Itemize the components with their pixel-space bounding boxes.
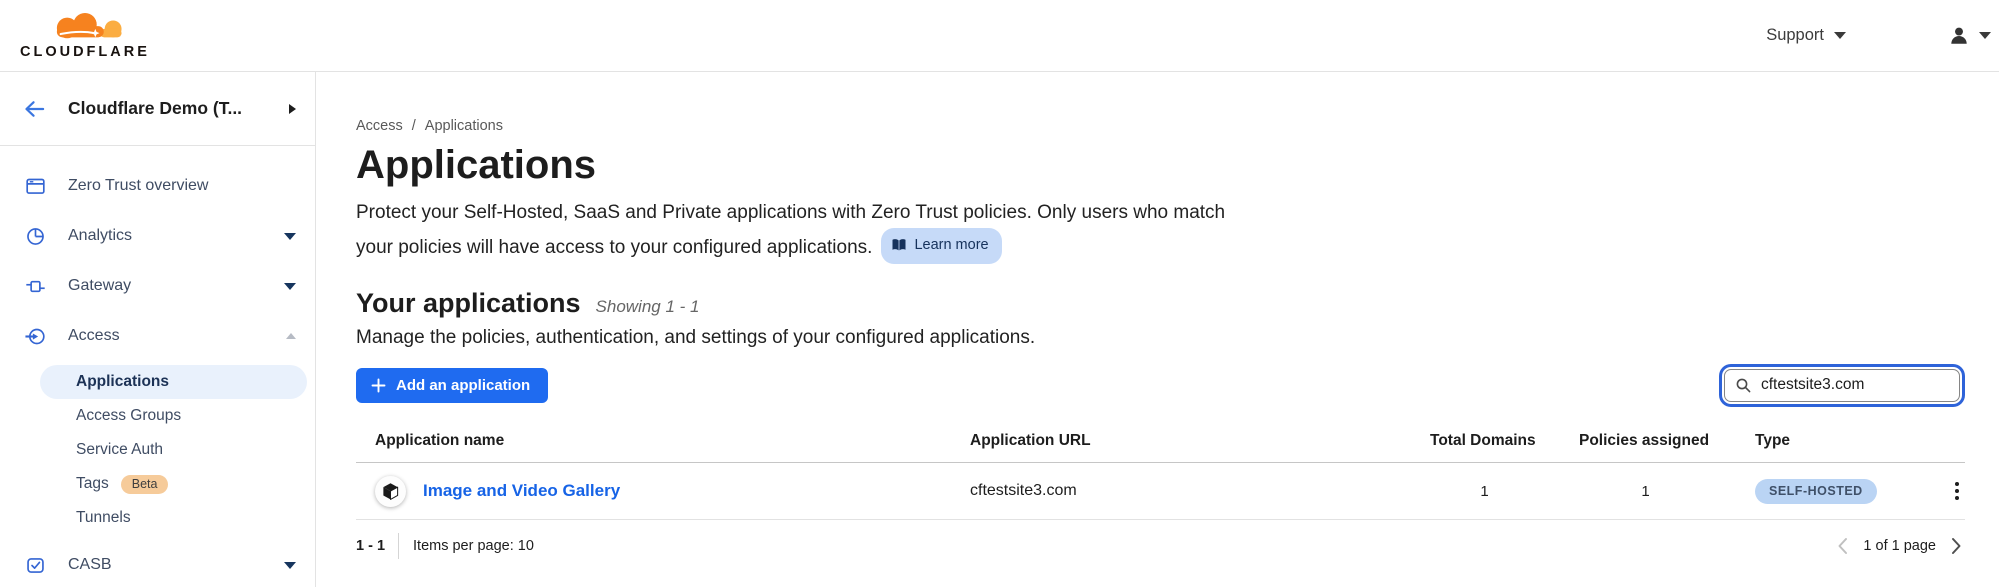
cloudflare-logo[interactable]: CLOUDFLARE [20, 11, 150, 60]
breadcrumb: Access / Applications [356, 117, 1965, 135]
topbar-right: Support [1766, 25, 1993, 47]
cloudflare-cloud-icon [40, 11, 130, 43]
book-icon [891, 238, 907, 252]
page-description-text: Protect your Self-Hosted, SaaS and Priva… [356, 202, 1225, 257]
previous-page-icon[interactable] [1837, 537, 1848, 555]
applications-table: Application name Application URL Total D… [356, 419, 1965, 520]
items-per-page: Items per page: 10 [413, 538, 534, 554]
table-row: Image and Video Gallery cftestsite3.com … [356, 463, 1965, 520]
page-shell: Cloudflare Demo (T... Zero Trust overvie… [0, 72, 1999, 587]
sidebar: Cloudflare Demo (T... Zero Trust overvie… [0, 72, 316, 587]
page-title: Applications [356, 142, 1965, 188]
controls-row: Add an application [356, 367, 1965, 403]
row-actions-kebab-icon[interactable] [1949, 478, 1965, 504]
sidebar-item-analytics[interactable]: Analytics [0, 211, 315, 261]
section-title: Your applications [356, 288, 581, 319]
pagination-range: 1 - 1 [356, 538, 385, 554]
analytics-pie-icon [25, 226, 46, 247]
total-domains-cell: 1 [1430, 483, 1579, 500]
casb-icon [25, 555, 46, 576]
policies-assigned-cell: 1 [1579, 483, 1755, 500]
account-name: Cloudflare Demo (T... [68, 98, 242, 119]
section-heading-row: Your applications Showing 1 - 1 [356, 288, 1965, 320]
main-content: Access / Applications Applications Prote… [316, 72, 1999, 587]
breadcrumb-current: Applications [425, 118, 503, 134]
plus-icon [371, 378, 386, 393]
pagination-divider [398, 533, 399, 559]
cube-icon [381, 481, 400, 502]
table-header-row: Application name Application URL Total D… [356, 419, 1965, 463]
gateway-icon [25, 276, 46, 297]
chevron-down-icon [284, 233, 296, 240]
type-cell: SELF-HOSTED [1755, 479, 1930, 504]
page-description: Protect your Self-Hosted, SaaS and Priva… [356, 198, 1240, 264]
chevron-down-icon [284, 562, 296, 569]
application-avatar [375, 476, 406, 507]
application-name-link[interactable]: Image and Video Gallery [423, 481, 620, 501]
search-input[interactable] [1724, 369, 1960, 402]
access-icon [25, 326, 46, 347]
cloudflare-wordmark: CLOUDFLARE [20, 44, 150, 60]
beta-badge: Beta [121, 475, 169, 494]
learn-more-button[interactable]: Learn more [881, 228, 1001, 265]
sidebar-item-gateway[interactable]: Gateway [0, 261, 315, 311]
pagination-controls: 1 of 1 page [1837, 537, 1962, 555]
user-menu[interactable] [1948, 25, 1993, 47]
page-status: 1 of 1 page [1863, 538, 1936, 554]
topbar: CLOUDFLARE Support [0, 0, 1999, 72]
header-type: Type [1755, 432, 1930, 450]
type-badge: SELF-HOSTED [1755, 479, 1877, 504]
back-arrow-icon[interactable] [23, 99, 46, 119]
chevron-up-icon [286, 333, 296, 339]
header-total-domains: Total Domains [1430, 432, 1579, 450]
header-policies-assigned: Policies assigned [1579, 432, 1755, 450]
account-expand-icon[interactable] [289, 104, 296, 114]
showing-count: Showing 1 - 1 [596, 297, 700, 317]
overview-window-icon [25, 176, 46, 197]
learn-more-label: Learn more [914, 231, 988, 261]
add-application-label: Add an application [396, 377, 530, 394]
account-switcher: Cloudflare Demo (T... [0, 72, 315, 146]
sidebar-item-access[interactable]: Access [0, 311, 315, 361]
sidebar-item-zero-trust-overview[interactable]: Zero Trust overview [0, 161, 315, 211]
header-application-url: Application URL [970, 432, 1430, 450]
search-box [1724, 369, 1960, 402]
chevron-down-icon [1979, 32, 1991, 39]
breadcrumb-separator: / [412, 118, 416, 134]
access-submenu: Applications Access Groups Service Auth … [0, 365, 315, 535]
application-name-cell: Image and Video Gallery [375, 476, 970, 507]
sidebar-item-tags[interactable]: Tags Beta [0, 467, 315, 501]
add-application-button[interactable]: Add an application [356, 368, 548, 403]
breadcrumb-access[interactable]: Access [356, 118, 403, 134]
sidebar-item-service-auth[interactable]: Service Auth [0, 433, 315, 467]
sidebar-item-access-groups[interactable]: Access Groups [0, 399, 315, 433]
next-page-icon[interactable] [1951, 537, 1962, 555]
chevron-down-icon [1834, 32, 1846, 39]
sidebar-item-tunnels[interactable]: Tunnels [0, 501, 315, 535]
application-url-cell: cftestsite3.com [970, 482, 1430, 500]
chevron-down-icon [284, 283, 296, 290]
header-application-name: Application name [375, 432, 970, 450]
sidebar-nav: Zero Trust overview Analytics [0, 146, 315, 588]
app-window: CLOUDFLARE Support Cloudflare [0, 0, 1999, 588]
user-icon [1948, 25, 1970, 47]
pagination: 1 - 1 Items per page: 10 1 of 1 page [356, 532, 1965, 560]
section-subtitle: Manage the policies, authentication, and… [356, 326, 1965, 350]
sidebar-item-applications[interactable]: Applications [40, 365, 307, 399]
sidebar-item-casb[interactable]: CASB [0, 540, 315, 588]
search-icon [1735, 377, 1752, 394]
support-label: Support [1766, 26, 1824, 45]
support-menu[interactable]: Support [1766, 26, 1846, 45]
